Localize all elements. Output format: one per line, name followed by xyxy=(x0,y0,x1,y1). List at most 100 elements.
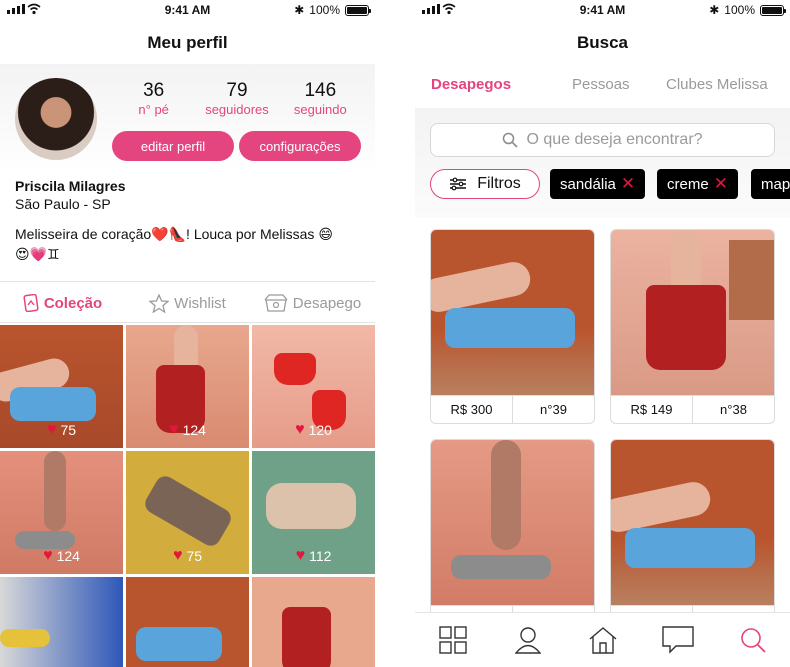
product-price: R$ 149 xyxy=(630,402,673,417)
page-title: Busca xyxy=(576,33,629,52)
tab-label: Desapego xyxy=(292,294,362,312)
avatar[interactable] xyxy=(15,78,97,160)
collection-item[interactable]: ♥ 124 xyxy=(0,451,123,574)
battery-icon xyxy=(345,4,371,16)
heart-icon: ♥ xyxy=(169,421,179,438)
bluetooth-icon: ✱ xyxy=(294,3,305,17)
stat-label: n° pé xyxy=(138,102,169,117)
heart-icon: ♥ xyxy=(43,547,53,564)
heart-icon: ♥ xyxy=(46,421,57,438)
chat-icon xyxy=(661,626,694,654)
search-icon xyxy=(740,628,766,653)
status-bar: 9:41 AM ✱ 100% xyxy=(0,0,375,20)
collection-grid: ♥ 75 ♥ 124 ♥ 120 ♥ 124 ♥ 75 ♥ 112 xyxy=(0,325,375,667)
tab-search[interactable] xyxy=(715,613,790,667)
collection-item[interactable]: ♥ 120 xyxy=(252,325,375,448)
tab-profile[interactable] xyxy=(490,613,565,667)
stat-value: 146 xyxy=(304,80,337,101)
collection-item[interactable] xyxy=(126,577,249,667)
product-price: R$ 300 xyxy=(450,402,493,417)
user-icon xyxy=(514,627,541,654)
product-size: n°39 xyxy=(512,396,594,423)
divider xyxy=(0,281,375,282)
product-card[interactable]: R$ 120n°39 xyxy=(430,439,595,634)
heart-icon: ♥ xyxy=(172,547,183,564)
tab-feed[interactable] xyxy=(415,613,490,667)
like-count: ♥ 75 xyxy=(46,421,77,439)
close-icon[interactable]: ✕ xyxy=(714,174,728,194)
battery-percent: 100% xyxy=(309,3,340,17)
stat-value: 79 xyxy=(226,80,248,101)
battery-percent: 100% xyxy=(724,3,755,17)
collection-item[interactable]: ♥ 75 xyxy=(126,451,249,574)
stat-shoe-size: 36 n° pé xyxy=(112,80,195,118)
like-count: ♥ 75 xyxy=(172,547,203,565)
profile-city: São Paulo - SP xyxy=(15,196,111,212)
tab-desapegos[interactable]: Desapegos xyxy=(431,76,511,93)
tab-wishlist[interactable]: Wishlist xyxy=(125,290,250,316)
tab-desapego[interactable]: Desapego xyxy=(250,290,375,316)
like-count: ♥ 124 xyxy=(43,547,80,565)
product-image xyxy=(611,440,774,605)
profile-stats: 36 n° pé 79 seguidores 146 seguindo xyxy=(112,80,362,118)
stat-label: seguindo xyxy=(293,102,347,117)
filter-chip[interactable]: map xyxy=(751,169,790,199)
product-card[interactable]: R$ 149 n°38 xyxy=(610,229,775,424)
bottom-tab-bar xyxy=(415,612,790,667)
stat-value: 36 xyxy=(143,80,165,101)
filter-chip[interactable]: creme ✕ xyxy=(657,169,738,199)
collection-item[interactable]: ♥ 124 xyxy=(126,325,249,448)
home-icon xyxy=(589,627,616,654)
heart-icon: ♥ xyxy=(295,547,306,564)
tab-label: Coleção xyxy=(43,294,103,312)
stat-following[interactable]: 146 seguindo xyxy=(279,80,362,118)
collection-item[interactable] xyxy=(252,577,375,667)
product-image xyxy=(431,440,594,605)
divider xyxy=(0,322,375,323)
filter-button[interactable]: Filtros xyxy=(430,169,540,199)
page-title: Meu perfil xyxy=(147,33,228,52)
profile-name: Priscila Milagres xyxy=(15,178,126,194)
star-icon xyxy=(149,293,170,313)
collection-item[interactable] xyxy=(0,577,123,667)
tab-home[interactable] xyxy=(565,613,640,667)
product-image xyxy=(431,230,594,395)
tab-pessoas[interactable]: Pessoas xyxy=(572,76,630,93)
product-size: n°38 xyxy=(692,396,774,423)
tab-messages[interactable] xyxy=(640,613,715,667)
like-count: ♥ 124 xyxy=(169,421,206,439)
tab-clubes-melissa[interactable]: Clubes Melissa xyxy=(666,76,768,93)
stat-label: seguidores xyxy=(205,102,269,117)
stat-followers[interactable]: 79 seguidores xyxy=(195,80,278,118)
sliders-icon xyxy=(450,177,467,191)
edit-profile-button[interactable]: editar perfil xyxy=(112,131,234,161)
close-icon[interactable]: ✕ xyxy=(621,174,635,194)
chip-label: sandália xyxy=(560,175,616,193)
grid-icon xyxy=(438,626,467,654)
collection-icon xyxy=(23,294,39,312)
chip-label: map xyxy=(761,175,790,193)
search-screen: 9:41 AM ✱ 100% Busca Desapegos Pessoas C… xyxy=(415,0,790,667)
search-tabs: Desapegos Pessoas Clubes Melissa xyxy=(415,76,790,100)
tab-colecao[interactable]: Coleção xyxy=(0,290,125,316)
search-input[interactable]: O que deseja encontrar? xyxy=(430,123,775,157)
heart-icon: ♥ xyxy=(295,421,305,438)
battery-icon xyxy=(760,4,786,16)
profile-tabs: Coleção Wishlist Desapego xyxy=(0,290,375,316)
collection-item[interactable]: ♥ 75 xyxy=(0,325,123,448)
settings-button[interactable]: configurações xyxy=(239,131,361,161)
filter-chip[interactable]: sandália ✕ xyxy=(550,169,646,199)
tab-label: Wishlist xyxy=(174,294,226,312)
collection-item[interactable]: ♥ 112 xyxy=(252,451,375,574)
status-bar: 9:41 AM ✱ 100% xyxy=(415,0,790,20)
profile-bio: Melisseira de coração❤️👠! Louca por Meli… xyxy=(15,226,333,262)
product-card[interactable]: R$ 300 n°39 xyxy=(430,229,595,424)
like-count: ♥ 112 xyxy=(295,547,332,565)
profile-screen: 9:41 AM ✱ 100% Meu perfil 36 n° pé 79 se… xyxy=(0,0,375,667)
bluetooth-icon: ✱ xyxy=(709,3,720,17)
like-count: ♥ 120 xyxy=(295,421,332,439)
search-icon xyxy=(503,132,519,148)
product-image xyxy=(611,230,774,395)
chip-label: creme xyxy=(667,175,709,193)
product-card[interactable]: R$ 250n°38 xyxy=(610,439,775,634)
